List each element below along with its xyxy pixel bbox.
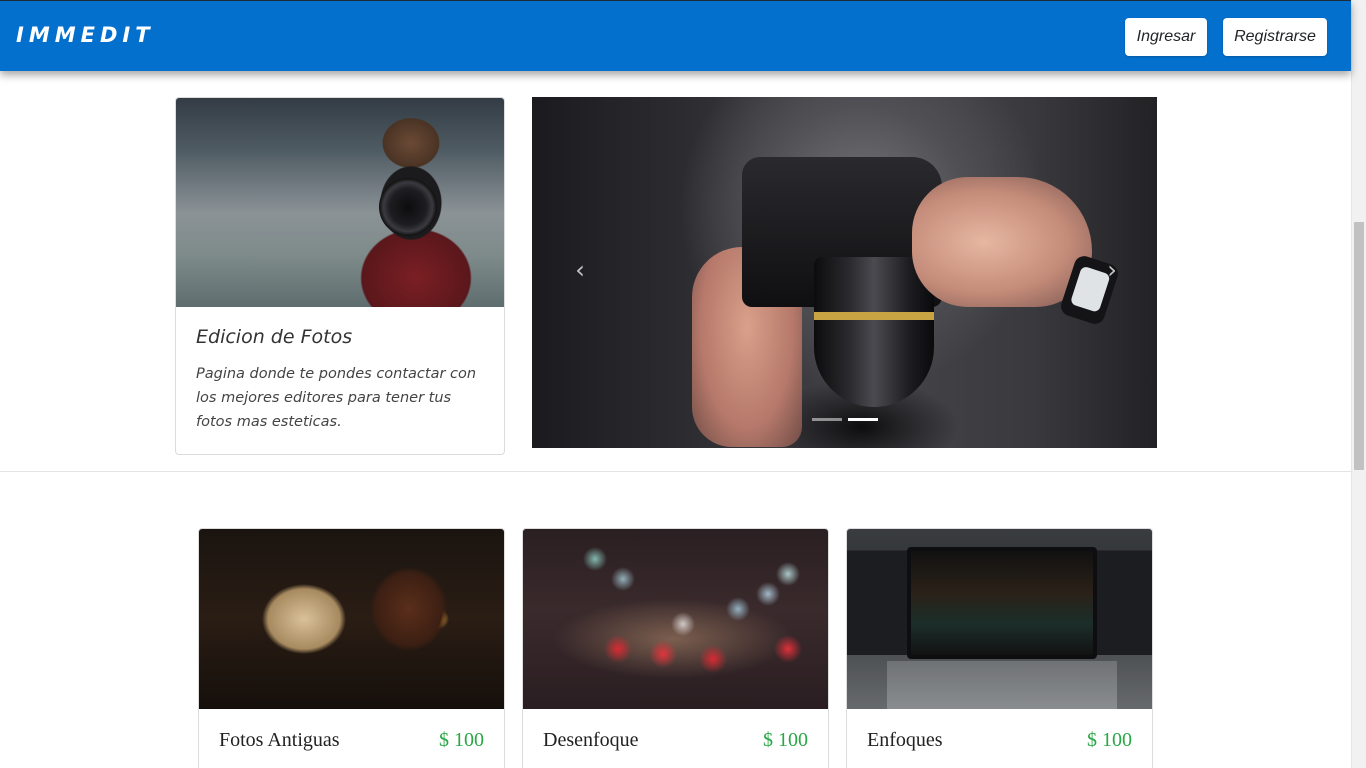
laptop-screen-graphic: [907, 547, 1097, 659]
product-price: $ 100: [763, 729, 808, 751]
product-card-desenfoque[interactable]: Desenfoque $ 100: [522, 528, 829, 768]
carousel-slide-lens: [814, 257, 934, 407]
hero-title: Edicion de Fotos: [196, 326, 353, 348]
product-price: $ 100: [1087, 729, 1132, 751]
product-image-old-books: [199, 529, 504, 709]
login-button[interactable]: Ingresar: [1125, 18, 1207, 56]
carousel-indicator-2[interactable]: [848, 418, 878, 421]
hero-card-body: Edicion de Fotos Pagina donde te pondes …: [196, 326, 486, 434]
laptop-keyboard-graphic: [887, 661, 1117, 709]
section-divider: [0, 471, 1351, 472]
hero-description: Pagina donde te pondes contactar con los…: [196, 366, 477, 430]
product-name: Desenfoque: [543, 729, 639, 751]
carousel-indicators: [812, 418, 878, 421]
carousel-indicator-1[interactable]: [812, 418, 842, 421]
product-image-laptop: [847, 529, 1152, 709]
brand-logo[interactable]: IMMEDIT: [16, 23, 155, 47]
hero-card: Edicion de Fotos Pagina donde te pondes …: [175, 97, 505, 455]
product-card-fotos-antiguas[interactable]: Fotos Antiguas $ 100: [198, 528, 505, 768]
product-footer: Desenfoque $ 100: [543, 729, 808, 752]
carousel-slide-hand-right: [912, 177, 1092, 307]
camera-lens-graphic: [379, 178, 437, 236]
scrollbar-thumb[interactable]: [1354, 222, 1364, 470]
carousel-prev-icon[interactable]: ‹: [570, 258, 590, 282]
product-image-bokeh: [523, 529, 828, 709]
product-name: Enfoques: [867, 729, 943, 751]
carousel-slide-lens-band: [814, 312, 934, 320]
register-button[interactable]: Registrarse: [1223, 18, 1327, 56]
photographer-image: [176, 98, 504, 307]
product-name: Fotos Antiguas: [219, 729, 340, 751]
product-price: $ 100: [439, 729, 484, 751]
product-footer: Fotos Antiguas $ 100: [219, 729, 484, 752]
product-card-enfoques[interactable]: Enfoques $ 100: [846, 528, 1153, 768]
image-carousel[interactable]: ‹ ›: [532, 97, 1157, 448]
product-footer: Enfoques $ 100: [867, 729, 1132, 752]
top-navbar: IMMEDIT Ingresar Registrarse: [0, 0, 1351, 71]
carousel-next-icon[interactable]: ›: [1102, 258, 1122, 282]
page-scrollbar[interactable]: [1351, 0, 1366, 768]
